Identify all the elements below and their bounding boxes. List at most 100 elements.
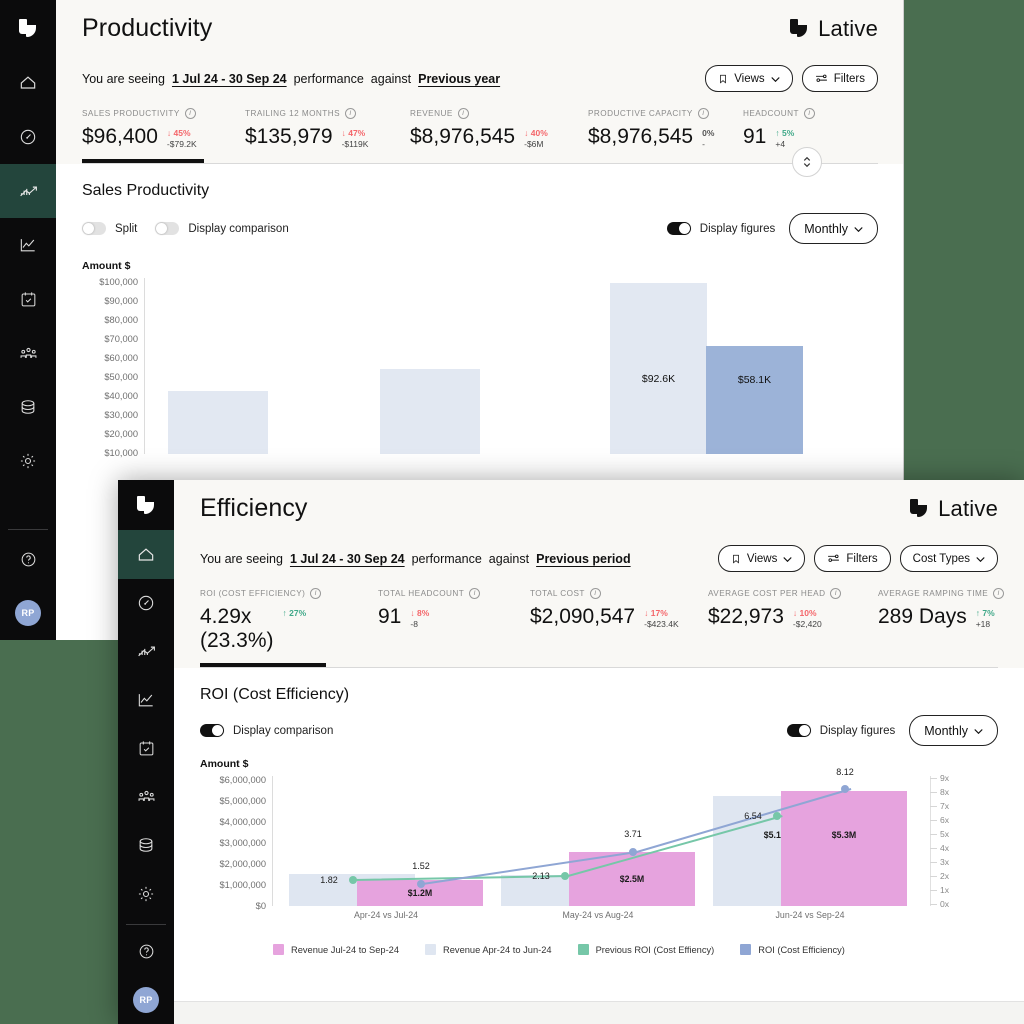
kpi-sub: -$119K bbox=[341, 139, 369, 149]
info-icon[interactable]: i bbox=[993, 588, 1005, 599]
kpi-value: $96,400 bbox=[82, 125, 158, 148]
sidebar-divider bbox=[8, 529, 48, 530]
sidebar-item-settings[interactable] bbox=[0, 434, 56, 488]
productivity-icon bbox=[137, 646, 155, 657]
lative-logo-icon bbox=[18, 18, 38, 38]
sidebar-item-productivity[interactable] bbox=[118, 627, 174, 675]
bookmark-icon bbox=[733, 554, 739, 564]
plot-area-productivity: $92.6K $58.1K bbox=[145, 278, 878, 455]
kpi-percent: 45% bbox=[173, 128, 191, 138]
sidebar-item-performance[interactable] bbox=[118, 579, 174, 627]
sidebar-logo[interactable] bbox=[118, 480, 174, 530]
data-point[interactable] bbox=[561, 872, 569, 881]
kpi-revenue[interactable]: REVENUE i $8,976,545 ↓ 40% -$6M bbox=[410, 108, 588, 149]
sidebar-item-home[interactable] bbox=[0, 56, 56, 110]
sidebar-item-analytics[interactable] bbox=[118, 676, 174, 724]
toggle-switch[interactable] bbox=[786, 724, 811, 738]
sidebar-item-data[interactable] bbox=[0, 380, 56, 434]
bar[interactable]: $58.1K bbox=[706, 346, 803, 455]
kpi-average-ramping-time[interactable]: AVERAGE RAMPING TIME i 289 Days ↑ 7% +18 bbox=[878, 588, 1005, 653]
toggle-display-figures[interactable]: Display figures bbox=[786, 724, 895, 738]
sidebar-item-home[interactable] bbox=[118, 530, 174, 579]
data-point[interactable] bbox=[349, 876, 357, 885]
sidebar-item-planning[interactable] bbox=[118, 724, 174, 772]
legend-item[interactable]: Revenue Jul-24 to Sep-24 bbox=[273, 944, 399, 956]
sidebar-avatar[interactable]: RP bbox=[133, 976, 159, 1024]
sidebar-avatar[interactable]: RP bbox=[15, 586, 41, 640]
legend-item[interactable]: Revenue Apr-24 to Jun-24 bbox=[425, 944, 552, 956]
kpi-sub: -$2,420 bbox=[792, 619, 822, 629]
legend-swatch bbox=[740, 944, 752, 956]
kpi-headcount[interactable]: HEADCOUNT i 91 ↑ 5% +4 bbox=[743, 108, 815, 149]
data-point[interactable] bbox=[773, 812, 781, 821]
filters-button[interactable]: Filters bbox=[814, 545, 891, 572]
x-axis-roi: Apr-24 vs Jul-24 May-24 vs Aug-24 Jun-24… bbox=[273, 910, 940, 924]
views-button[interactable]: Views bbox=[717, 545, 806, 572]
toggle-split[interactable]: Split bbox=[82, 222, 137, 236]
info-icon[interactable]: i bbox=[589, 588, 601, 599]
sidebar-logo[interactable] bbox=[0, 0, 56, 56]
y-tick: $5,000,000 bbox=[219, 796, 266, 807]
toggle-switch[interactable] bbox=[82, 222, 106, 236]
data-point[interactable] bbox=[417, 880, 425, 889]
kpi-total-headcount[interactable]: TOTAL HEADCOUNT i 91 ↓ 8% -8 bbox=[378, 588, 530, 653]
sidebar-efficiency: RP bbox=[118, 480, 174, 1024]
sidebar-productivity: RP bbox=[0, 0, 56, 640]
kpi-average-cost-per-head[interactable]: AVERAGE COST PER HEAD i $22,973 ↓ 10% -$2… bbox=[708, 588, 878, 653]
sidebar-item-team[interactable] bbox=[118, 773, 174, 821]
info-icon[interactable]: i bbox=[345, 108, 356, 119]
info-icon[interactable]: i bbox=[457, 108, 469, 119]
legend-item[interactable]: ROI (Cost Efficiency) bbox=[740, 944, 845, 956]
toggle-display-figures[interactable]: Display figures bbox=[666, 222, 775, 236]
granularity-select[interactable]: Monthly bbox=[909, 715, 998, 747]
kpi-productive-capacity[interactable]: PRODUCTIVE CAPACITY i $8,976,545 0% - bbox=[588, 108, 743, 149]
info-icon[interactable]: i bbox=[469, 588, 481, 599]
info-icon[interactable]: i bbox=[697, 108, 709, 119]
toggle-display-comparison[interactable]: Display comparison bbox=[200, 724, 333, 738]
kpi-arrow: ↓ bbox=[792, 608, 798, 618]
sidebar-item-data[interactable] bbox=[118, 821, 174, 869]
gauge-icon bbox=[138, 595, 154, 611]
sidebar-item-settings[interactable] bbox=[118, 870, 174, 918]
info-icon[interactable]: i bbox=[310, 588, 322, 599]
bar[interactable] bbox=[168, 391, 268, 455]
bar[interactable] bbox=[380, 369, 480, 455]
granularity-select[interactable]: Monthly bbox=[789, 213, 878, 245]
bar[interactable]: $92.6K bbox=[610, 283, 707, 455]
date-range-link[interactable]: 1 Jul 24 - 30 Sep 24 bbox=[172, 72, 287, 86]
toggle-switch[interactable] bbox=[666, 222, 691, 236]
info-icon[interactable]: i bbox=[830, 588, 842, 599]
info-icon[interactable]: i bbox=[803, 108, 815, 119]
data-point[interactable] bbox=[629, 848, 637, 857]
info-icon[interactable]: i bbox=[184, 108, 196, 119]
kpi-total-cost[interactable]: TOTAL COST i $2,090,547 ↓ 17% -$423.4K bbox=[530, 588, 708, 653]
comparison-link[interactable]: Previous period bbox=[536, 552, 630, 566]
panel-title: Sales Productivity bbox=[82, 182, 210, 200]
sidebar-item-help[interactable] bbox=[0, 532, 56, 586]
views-button[interactable]: Views bbox=[705, 65, 793, 92]
legend-item[interactable]: Previous ROI (Cost Effiency) bbox=[577, 944, 714, 956]
comparison-link[interactable]: Previous year bbox=[418, 72, 500, 86]
line-chart-icon bbox=[20, 239, 35, 252]
sidebar-item-help[interactable] bbox=[118, 927, 174, 975]
toggle-switch[interactable] bbox=[200, 724, 224, 738]
sidebar-item-analytics[interactable] bbox=[0, 218, 56, 272]
collapse-header-button[interactable] bbox=[792, 147, 822, 178]
kpi-roi-cost-efficiency[interactable]: ROI (COST EFFICIENCY) i 4.29x (23.3%) ↑ 2… bbox=[200, 588, 378, 668]
database-icon bbox=[21, 400, 35, 414]
cost-types-button[interactable]: Cost Types bbox=[899, 545, 998, 572]
sidebar-item-performance[interactable] bbox=[0, 110, 56, 164]
date-range-link[interactable]: 1 Jul 24 - 30 Sep 24 bbox=[290, 552, 405, 566]
kpi-sales-productivity[interactable]: SALES PRODUCTIVITY i $96,400 ↓ 45% -$79.2… bbox=[82, 108, 245, 164]
toggle-switch[interactable] bbox=[155, 222, 180, 236]
sidebar-item-team[interactable] bbox=[0, 326, 56, 380]
y-tick: $80,000 bbox=[104, 315, 138, 326]
data-point[interactable] bbox=[841, 785, 849, 794]
toggle-display-comparison[interactable]: Display comparison bbox=[155, 222, 289, 236]
kpi-trailing-12-months[interactable]: TRAILING 12 MONTHS i $135,979 ↓ 47% -$119… bbox=[245, 108, 410, 149]
kpi-arrow: ↑ bbox=[975, 608, 980, 618]
sidebar-item-planning[interactable] bbox=[0, 272, 56, 326]
filters-button[interactable]: Filters bbox=[801, 65, 878, 92]
sidebar-item-productivity[interactable] bbox=[0, 164, 56, 218]
kpi-percent: 27% bbox=[289, 608, 307, 618]
